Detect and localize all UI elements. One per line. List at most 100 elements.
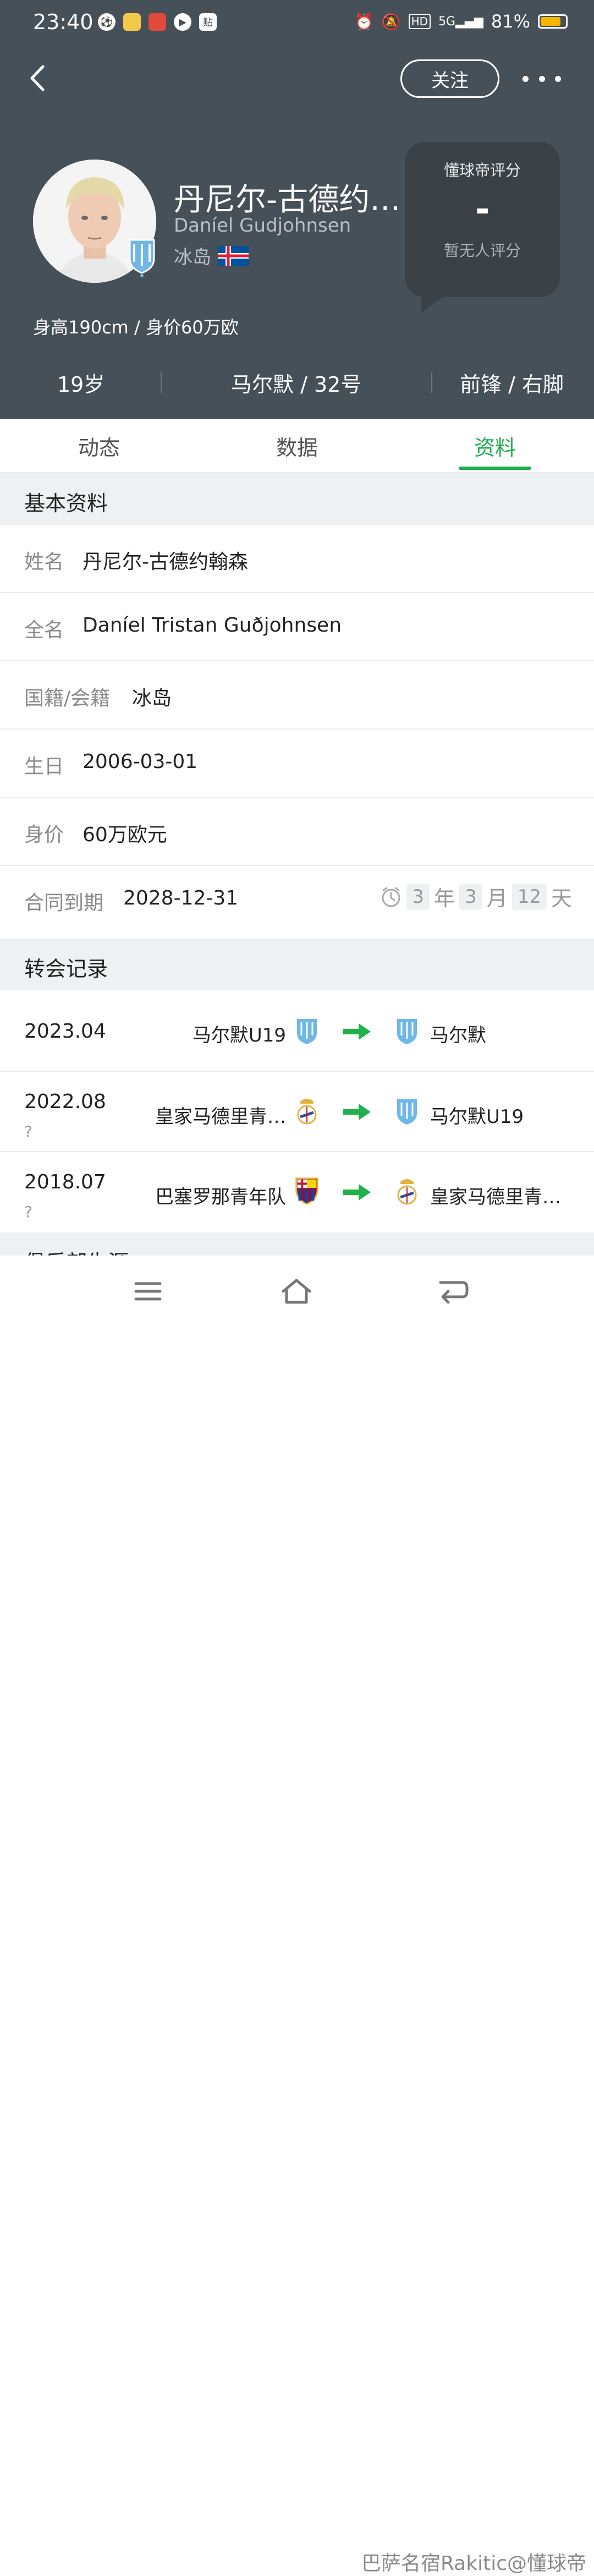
player-country: 冰岛: [174, 242, 249, 269]
contract-countdown: 3 年 3 月 12 天: [380, 881, 572, 912]
status-bar: 23:40 ⚽ ▶ 贴 ⏰ 🔕 HD 5G▂▄▆ 81%: [0, 0, 594, 46]
return-icon: [439, 1281, 469, 1304]
countdown-year-unit: 年: [434, 886, 455, 911]
section-title: 基本资料: [24, 491, 108, 516]
info-row-birthday: 生日 2006-03-01: [0, 730, 594, 798]
rating-card[interactable]: 懂球帝评分 - 暂无人评分: [405, 142, 560, 313]
section-title: 转会记录: [24, 957, 108, 981]
rating-value: -: [475, 189, 490, 230]
player-avatar: [33, 160, 156, 283]
back-button[interactable]: [29, 61, 53, 96]
fact-age: 19岁: [57, 372, 105, 397]
player-name-english: Daníel Gudjohnsen: [174, 215, 351, 237]
info-value: Daníel Tristan Guðjohnsen: [82, 614, 342, 637]
battery-icon: [538, 14, 568, 29]
player-name: 丹尼尔-古德约…: [174, 182, 401, 218]
transfer-row[interactable]: 2022.08 ? 皇家马德里青… 马尔默U19: [0, 1072, 594, 1152]
status-time: 23:40: [33, 10, 94, 34]
info-value: 丹尼尔-古德约翰森: [82, 551, 248, 573]
malmo-crest: [397, 1099, 417, 1125]
height-value: 身高190cm / 身价60万欧: [33, 317, 239, 338]
section-transfers: 转会记录: [0, 939, 594, 990]
hd-icon: HD: [408, 14, 431, 29]
system-nav-bar: 巴萨名宿Rakitic@懂球帝: [0, 1256, 594, 2575]
home-button[interactable]: [277, 1272, 316, 1311]
clock-icon: [382, 887, 400, 907]
info-row-contract: 合同到期 2028-12-31 3 年 3 月 12 天: [0, 866, 594, 934]
info-label: 全名: [24, 619, 64, 642]
transfer-from-club: 马尔默U19: [192, 1024, 286, 1046]
malmo-crest: [297, 1019, 317, 1044]
transfer-to-club: 马尔默: [430, 1024, 486, 1046]
info-label: 姓名: [24, 551, 64, 573]
transfer-to-club: 皇家马德里青…: [430, 1186, 561, 1208]
transfer-date: 2018.07: [24, 1171, 106, 1193]
notification-icons: ⚽ ▶ 贴: [98, 13, 217, 31]
rating-subtitle: 暂无人评分: [443, 242, 521, 260]
info-row-market-value: 身价 60万欧元: [0, 798, 594, 866]
transfer-from-club: 巴塞罗那青年队: [155, 1186, 286, 1208]
info-label: 身价: [24, 824, 64, 846]
info-row-nationality: 国籍/会籍 冰岛: [0, 661, 594, 730]
info-row-name: 姓名 丹尼尔-古德约翰森: [0, 525, 594, 593]
alarm-icon: ⏰: [354, 12, 374, 31]
real-madrid-crest: [397, 1179, 417, 1205]
transfer-arrow-icon: [343, 1023, 371, 1040]
football-app-icon: ⚽: [98, 13, 116, 31]
fact-position-foot: 前锋 / 右脚: [460, 372, 564, 397]
fact-divider: [431, 372, 432, 393]
transfer-date: 2023.04: [24, 1020, 106, 1043]
menu-button[interactable]: [129, 1272, 167, 1311]
follow-button[interactable]: 关注: [400, 59, 499, 98]
info-row-full-name: 全名 Daníel Tristan Guðjohnsen: [0, 593, 594, 661]
back-icon: [30, 65, 45, 91]
play-icon: ▶: [174, 13, 191, 31]
country-label: 冰岛: [174, 246, 211, 268]
signal-icon: 5G▂▄▆: [438, 14, 483, 29]
countdown-month-unit: 月: [486, 886, 508, 911]
app-notification-icon: [148, 13, 166, 31]
tab-profile[interactable]: 资料: [440, 419, 550, 472]
info-value: 冰岛: [132, 687, 172, 710]
tab-stats[interactable]: 数据: [242, 419, 352, 472]
info-label: 国籍/会籍: [24, 687, 111, 710]
fact-divider: [161, 372, 162, 393]
tab-news[interactable]: 动态: [44, 419, 154, 472]
watermark: 巴萨名宿Rakitic@懂球帝: [361, 2552, 586, 2575]
battery-percent: 81%: [491, 11, 530, 32]
transfer-row[interactable]: 2018.07 ? 巴塞罗那青年队 皇家马德里青…: [0, 1152, 594, 1232]
home-icon: [282, 1279, 311, 1304]
player-facts: 19岁 马尔默 / 32号 前锋 / 右脚: [0, 368, 594, 406]
transfer-arrow-icon: [343, 1184, 371, 1201]
status-right: ⏰ 🔕 HD 5G▂▄▆ 81%: [355, 11, 568, 32]
real-madrid-crest: [297, 1099, 317, 1125]
transfer-date: 2022.08: [24, 1090, 106, 1113]
transfer-to-club: 马尔默U19: [430, 1106, 524, 1128]
fact-club-number: 马尔默 / 32号: [231, 372, 362, 397]
transfer-fee: ?: [24, 1203, 32, 1221]
transfer-arrow-icon: [343, 1104, 371, 1120]
info-label: 合同到期: [24, 892, 104, 914]
transfer-fee: ?: [24, 1122, 32, 1141]
more-icon[interactable]: [522, 65, 561, 92]
menu-icon: [134, 1282, 162, 1301]
rating-title: 懂球帝评分: [443, 161, 521, 179]
section-basic-info: 基本资料: [0, 473, 594, 525]
countdown-years: 3: [406, 883, 430, 910]
barcelona-crest: [295, 1177, 318, 1205]
weibo-icon: [123, 13, 141, 31]
iceland-flag-icon: [218, 245, 249, 266]
transfer-row[interactable]: 2023.04 马尔默U19 马尔默: [0, 990, 594, 1072]
info-value: 60万欧元: [82, 824, 167, 846]
battery-fill: [541, 17, 560, 26]
countdown-day-unit: 天: [551, 886, 572, 911]
back-nav-button[interactable]: [435, 1272, 473, 1311]
player-header: 23:40 ⚽ ▶ 贴 ⏰ 🔕 HD 5G▂▄▆ 81% 关注 丹尼尔-古德约……: [0, 0, 594, 419]
malmo-crest: [397, 1019, 417, 1044]
transfer-from-club: 皇家马德里青…: [155, 1106, 286, 1128]
info-label: 生日: [24, 755, 64, 778]
countdown-months: 3: [459, 883, 482, 910]
countdown-days: 12: [512, 883, 547, 910]
info-value: 2028-12-31: [123, 887, 239, 909]
tieba-icon: 贴: [199, 13, 217, 31]
